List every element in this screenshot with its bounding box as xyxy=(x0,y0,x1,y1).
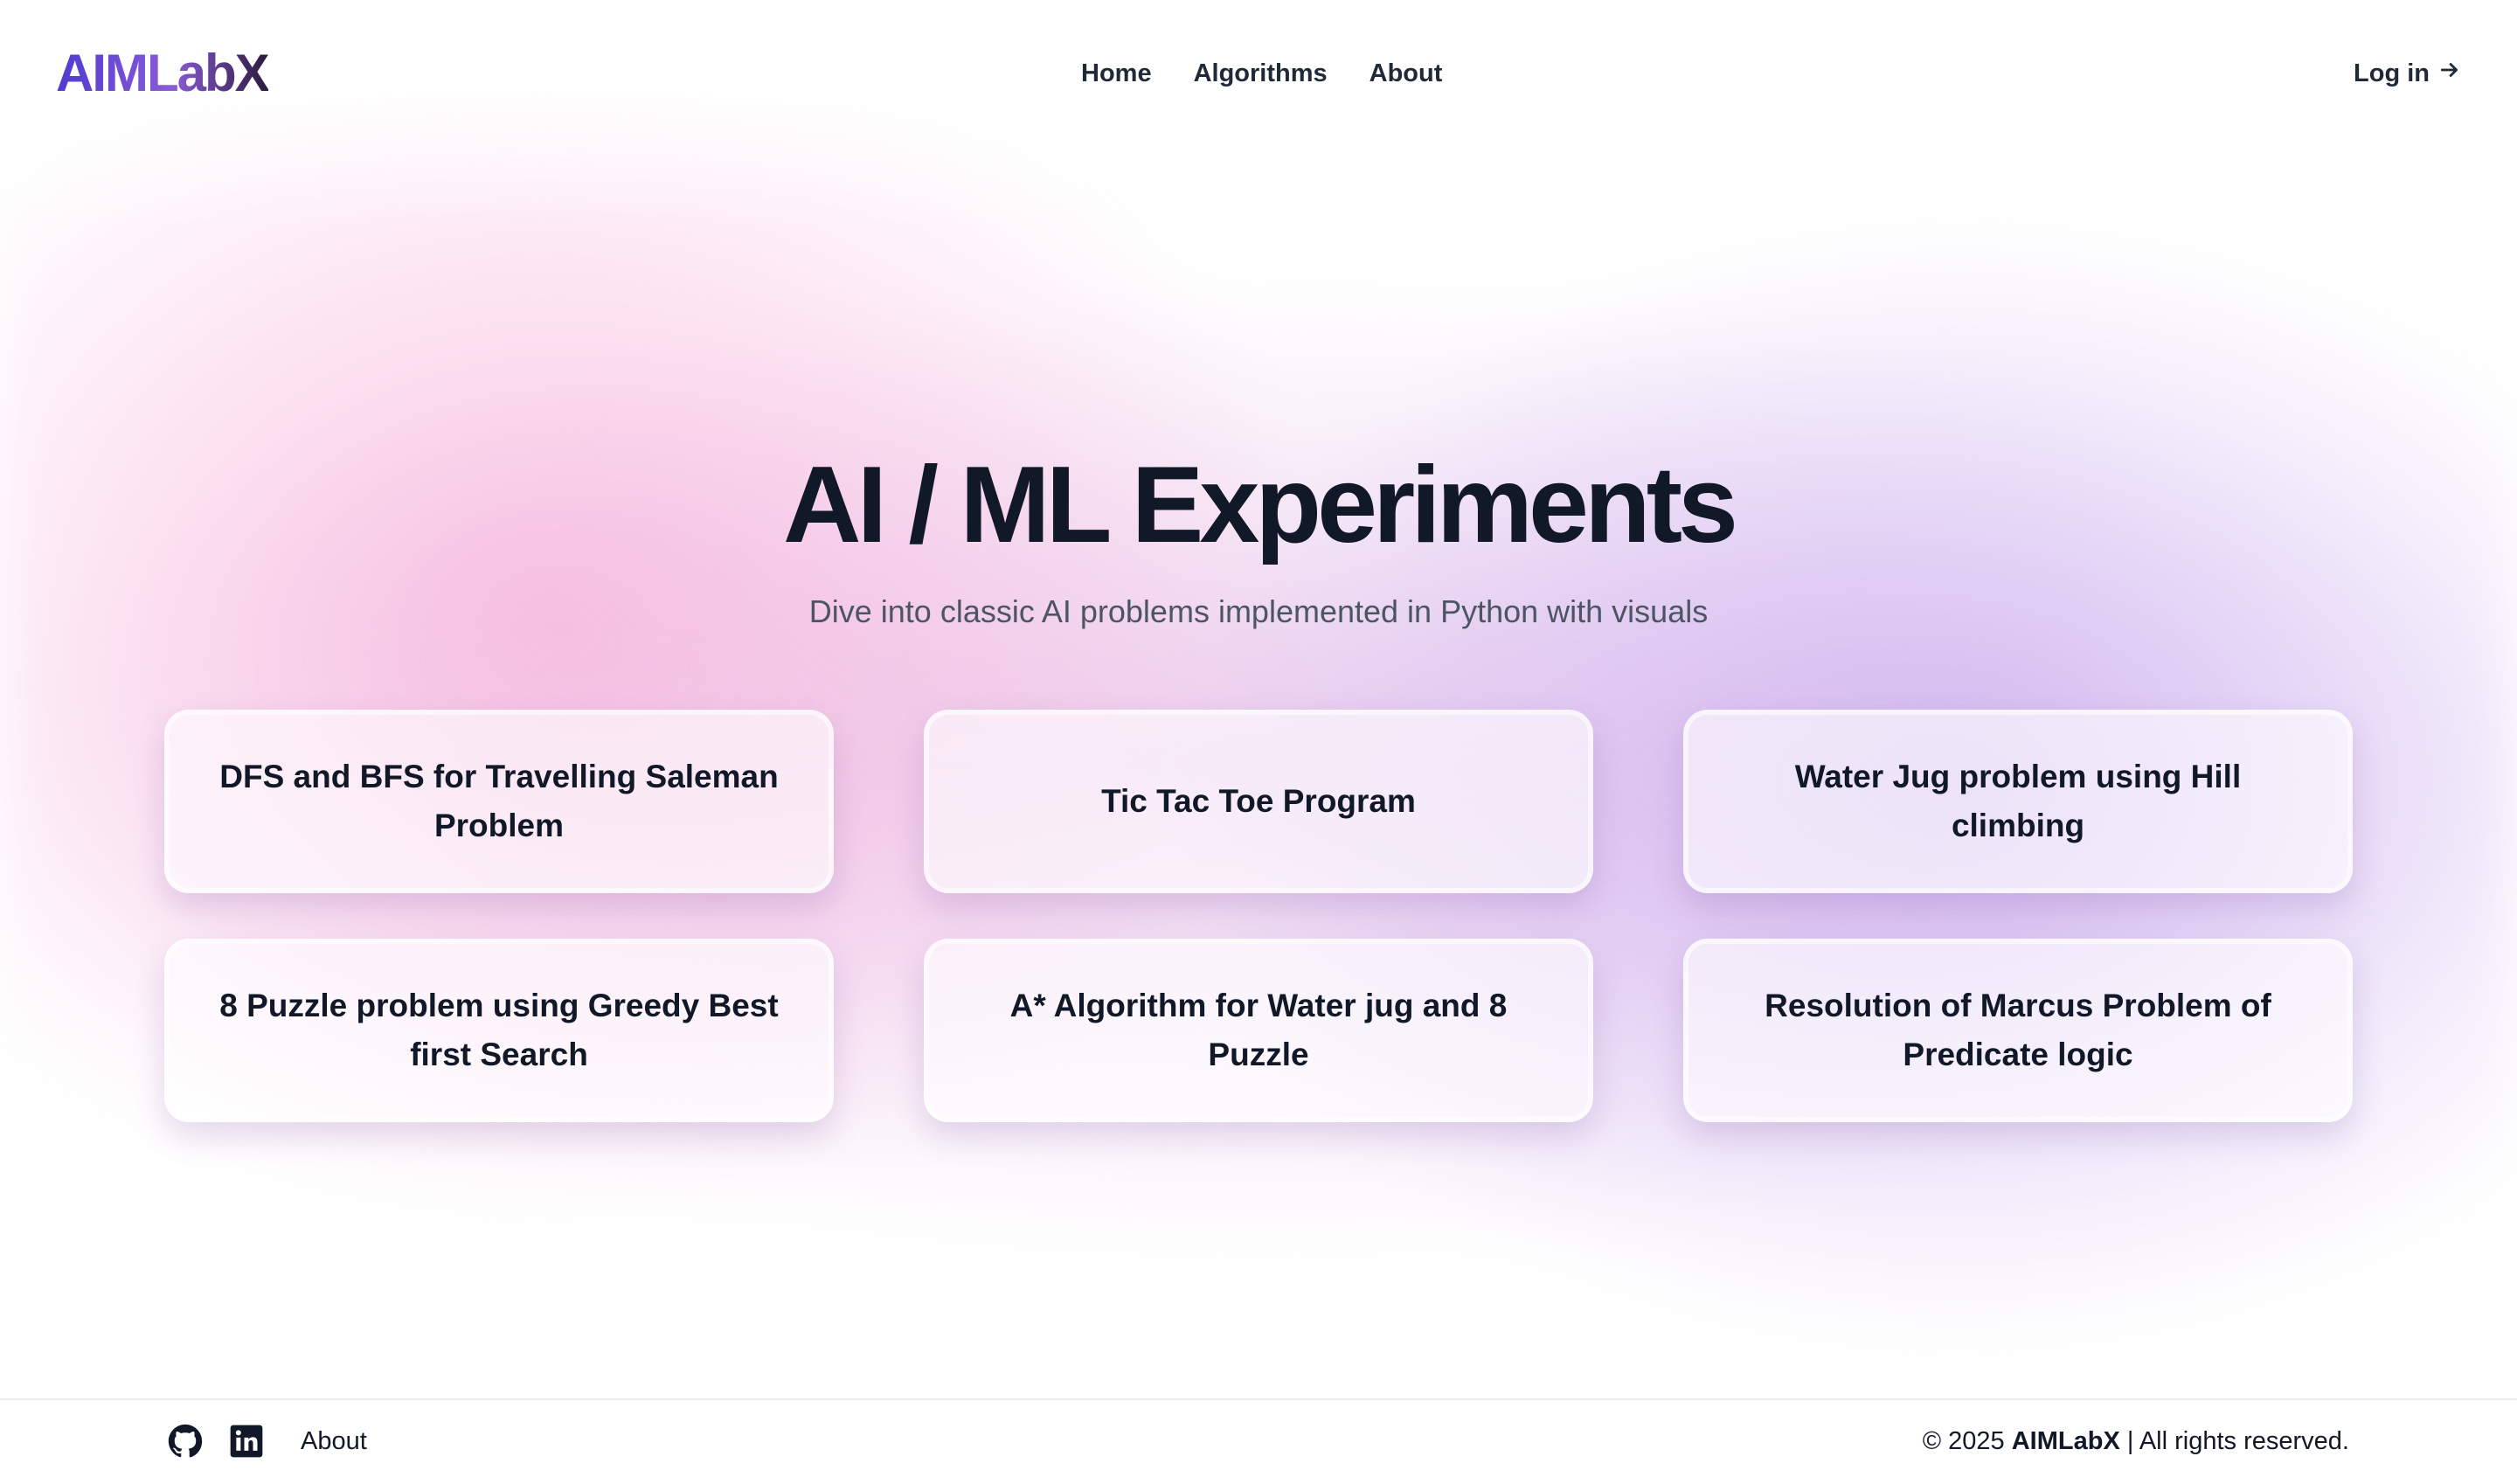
linkedin-icon[interactable] xyxy=(229,1424,264,1459)
login-label: Log in xyxy=(2354,59,2430,87)
site-footer: About © 2025 AIMLabX | All rights reserv… xyxy=(0,1398,2517,1484)
algorithm-card-a-star[interactable]: A* Algorithm for Water jug and 8 Puzzle xyxy=(924,939,1593,1122)
site-header: AIMLabX Home Algorithms About Log in xyxy=(0,0,2517,147)
nav-algorithms-link[interactable]: Algorithms xyxy=(1194,59,1328,88)
algorithm-card-tic-tac-toe[interactable]: Tic Tac Toe Program xyxy=(924,710,1593,893)
copyright-suffix: | All rights reserved. xyxy=(2119,1426,2349,1455)
algorithm-card-8-puzzle-greedy[interactable]: 8 Puzzle problem using Greedy Best first… xyxy=(164,939,834,1122)
footer-copyright: © 2025 AIMLabX | All rights reserved. xyxy=(1923,1419,2349,1463)
arrow-right-icon xyxy=(2438,59,2461,88)
page-subtitle: Dive into classic AI problems implemente… xyxy=(808,593,1709,629)
footer-about-link[interactable]: About xyxy=(301,1427,367,1456)
algorithm-card-dfs-bfs-tsp[interactable]: DFS and BFS for Travelling Saleman Probl… xyxy=(164,710,834,893)
algorithm-card-marcus-resolution[interactable]: Resolution of Marcus Problem of Predicat… xyxy=(1683,939,2353,1122)
login-link[interactable]: Log in xyxy=(2354,54,2461,93)
algorithm-card-water-jug-hill-climbing[interactable]: Water Jug problem using Hill climbing xyxy=(1683,710,2353,893)
copyright-brand: AIMLabX xyxy=(2011,1426,2120,1455)
github-icon[interactable] xyxy=(168,1424,203,1459)
algorithm-card-grid: DFS and BFS for Travelling Saleman Probl… xyxy=(164,710,2353,1122)
footer-links: About xyxy=(168,1419,367,1463)
copyright-prefix: © 2025 xyxy=(1922,1426,2012,1455)
nav-home-link[interactable]: Home xyxy=(1081,59,1152,88)
page-title: AI / ML Experiments xyxy=(783,445,1738,565)
nav-about-link[interactable]: About xyxy=(1369,59,1443,88)
site-logo[interactable]: AIMLabX xyxy=(56,38,270,108)
main-nav: Home Algorithms About xyxy=(1081,54,1442,93)
